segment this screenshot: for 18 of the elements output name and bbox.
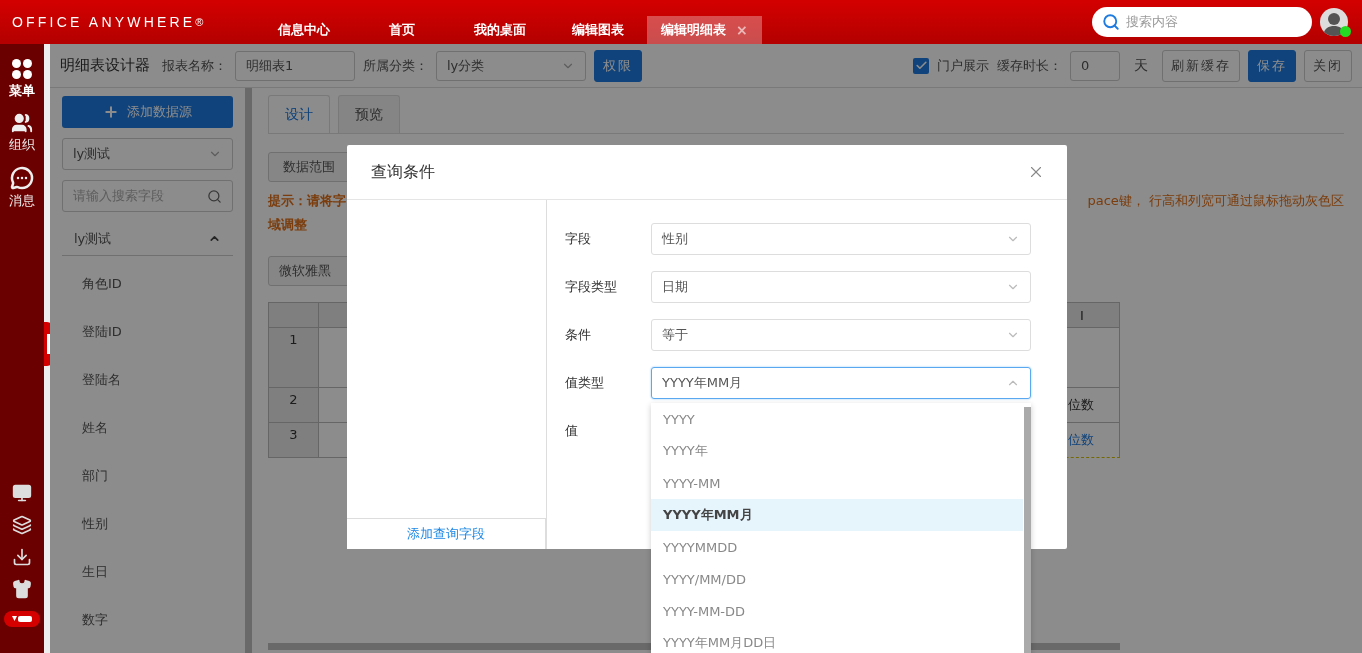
form-label: 条件 xyxy=(565,326,592,344)
field-label: 缓存时长： xyxy=(997,56,1062,75)
row-number: 2 xyxy=(269,388,319,423)
designer-title: 明细表设计器 xyxy=(60,56,150,75)
checkbox-label: 门户展示 xyxy=(937,56,989,75)
form-label: 字段 xyxy=(565,230,592,248)
field-label: 所属分类： xyxy=(363,56,428,75)
row-number: 3 xyxy=(269,423,319,458)
row-number: 1 xyxy=(269,328,319,388)
field-label: 报表名称： xyxy=(162,56,227,75)
unit-label: 天 xyxy=(1134,56,1148,75)
dialog-title: 查询条件 xyxy=(371,161,435,183)
form-label: 字段类型 xyxy=(565,278,618,296)
form-label: 值类型 xyxy=(565,374,605,392)
form-label: 值 xyxy=(565,422,579,440)
hint-text: 提示：请将字 xyxy=(268,192,346,210)
hint-text: 域调整 xyxy=(268,216,308,234)
hint-text: pace键， 行高和列宽可通过鼠标拖动灰色区 xyxy=(1087,192,1344,210)
